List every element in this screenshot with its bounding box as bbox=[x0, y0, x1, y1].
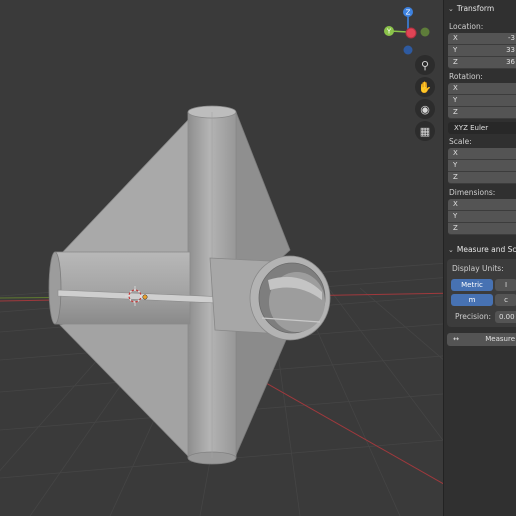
sidebar-panel: ⌄ Transform Location: X -3 Y 33 Z 36 Rotati… bbox=[443, 0, 516, 516]
field-value bbox=[467, 172, 516, 183]
field-value: 33 bbox=[506, 46, 515, 54]
transform-header[interactable]: ⌄ Transform bbox=[444, 0, 516, 18]
pan-glyph: ✋ bbox=[418, 80, 432, 94]
grid-perspective-icon[interactable]: ▦ bbox=[415, 121, 435, 141]
axis-label: X bbox=[453, 84, 458, 92]
perspective-glyph: ▦ bbox=[419, 124, 431, 138]
zoom-glyph: ⚲ bbox=[420, 58, 430, 72]
field-value bbox=[467, 107, 516, 118]
display-units-label: Display Units: bbox=[452, 264, 504, 273]
measure-arrows-icon: ↔ bbox=[453, 335, 459, 343]
rotation-x-field[interactable]: X bbox=[448, 83, 516, 95]
location-y-field[interactable]: Y 33 bbox=[448, 45, 516, 57]
scale-label: Scale: bbox=[449, 137, 472, 146]
field-value bbox=[467, 160, 516, 171]
measure-title: Measure and Scale bbox=[456, 245, 516, 254]
metric-button[interactable]: Metric bbox=[451, 279, 493, 291]
field-value bbox=[467, 223, 516, 234]
scale-z-field[interactable]: Z bbox=[448, 172, 516, 184]
rotation-z-field[interactable]: Z bbox=[448, 107, 516, 119]
unit-m-button[interactable]: m bbox=[451, 294, 493, 306]
location-x-field[interactable]: X -3 bbox=[448, 33, 516, 45]
field-value: -3 bbox=[508, 34, 515, 42]
field-value: 36 bbox=[506, 58, 515, 66]
3d-viewport[interactable] bbox=[0, 0, 516, 516]
location-label: Location: bbox=[449, 22, 484, 31]
object-origin bbox=[142, 294, 148, 300]
axis-label: Z bbox=[453, 108, 458, 116]
axis-label: Y bbox=[453, 46, 458, 54]
dimensions-z-field[interactable]: Z bbox=[448, 223, 516, 235]
chevron-down-icon: ⌄ bbox=[448, 246, 454, 254]
imperial-button[interactable]: I bbox=[495, 279, 516, 291]
camera-glyph: ◉ bbox=[420, 102, 430, 116]
pan-hand-icon[interactable]: ✋ bbox=[415, 77, 435, 97]
camera-icon[interactable]: ◉ bbox=[415, 99, 435, 119]
pipe-connector-model[interactable] bbox=[48, 105, 331, 465]
rotation-mode-dropdown[interactable]: XYZ Euler bbox=[448, 122, 516, 134]
axis-label: Y bbox=[453, 96, 458, 104]
axis-label: Y bbox=[453, 161, 458, 169]
dimensions-label: Dimensions: bbox=[449, 188, 496, 197]
gizmo-z-label: Z bbox=[406, 9, 411, 17]
unit-c-button[interactable]: c bbox=[495, 294, 516, 306]
measure-button-label: Measure bbox=[485, 335, 515, 343]
transform-title: Transform bbox=[456, 4, 495, 13]
scale-x-field[interactable]: X bbox=[448, 148, 516, 160]
viewport-scene bbox=[0, 105, 516, 516]
measure-subpanel: Display Units: Metric I m c Precision: 0… bbox=[447, 259, 516, 327]
precision-field[interactable]: 0.00 bbox=[495, 310, 516, 323]
axis-label: Z bbox=[453, 224, 458, 232]
location-z-field[interactable]: Z 36 bbox=[448, 57, 516, 69]
gizmo-x-icon bbox=[405, 27, 417, 39]
axis-label: X bbox=[453, 34, 458, 42]
axis-label: Z bbox=[453, 58, 458, 66]
gizmo-neg-y-icon bbox=[420, 27, 430, 37]
gizmo-y-label: Y bbox=[386, 28, 392, 36]
axis-label: X bbox=[453, 149, 458, 157]
precision-label: Precision: bbox=[455, 312, 491, 321]
rotation-label: Rotation: bbox=[449, 72, 483, 81]
field-value bbox=[467, 199, 516, 210]
dimensions-y-field[interactable]: Y bbox=[448, 211, 516, 223]
gizmo-neg-z-icon bbox=[403, 45, 413, 55]
zoom-icon[interactable]: ⚲ bbox=[415, 55, 435, 75]
field-value bbox=[467, 148, 516, 159]
chevron-down-icon: ⌄ bbox=[448, 5, 454, 13]
axis-label: X bbox=[453, 200, 458, 208]
field-value bbox=[467, 83, 516, 94]
rotation-y-field[interactable]: Y bbox=[448, 95, 516, 107]
axis-label: Z bbox=[453, 173, 458, 181]
dimensions-x-field[interactable]: X bbox=[448, 199, 516, 211]
axis-label: Y bbox=[453, 212, 458, 220]
measure-header[interactable]: ⌄ Measure and Scale bbox=[444, 241, 516, 259]
field-value bbox=[467, 211, 516, 222]
navigation-gizmo[interactable]: Z Y bbox=[378, 2, 438, 62]
scale-y-field[interactable]: Y bbox=[448, 160, 516, 172]
measure-button[interactable]: ↔ Measure bbox=[447, 333, 516, 346]
field-value bbox=[467, 95, 516, 106]
